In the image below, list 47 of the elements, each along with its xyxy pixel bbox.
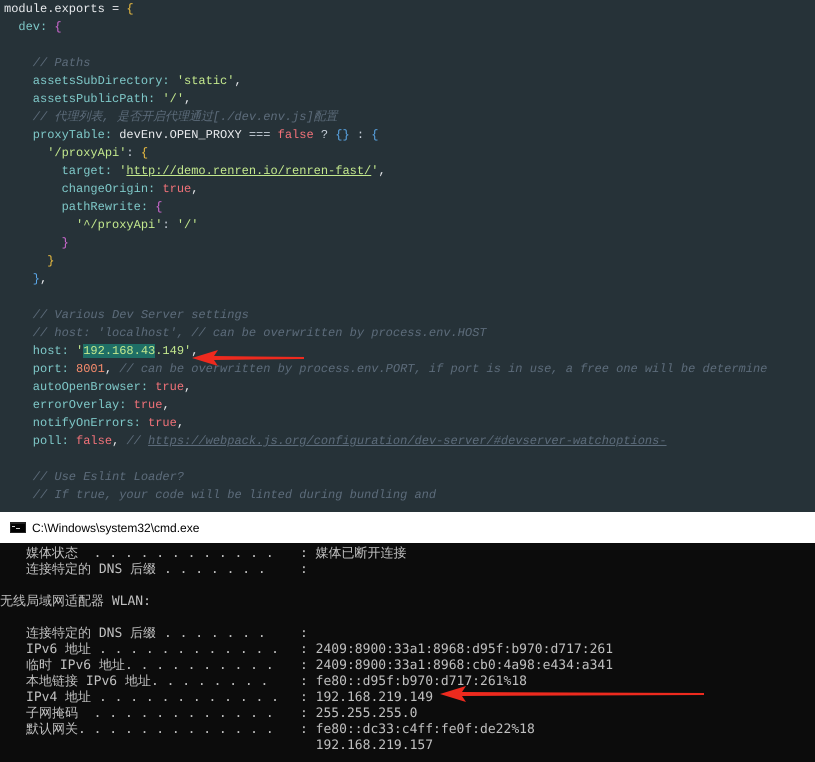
property-value: : fe80::d95f:b970:d717:261%18 [300,674,527,690]
property-label: IPv6 地址 . . . . . . . . . . . . [26,642,279,657]
code-line: assetsPublicPath: '/', [32,91,192,108]
code-line: poll: false, // https://webpack.js.org/configuration/dev-server/#devserver-watchoptions- [32,433,667,450]
property-value: : fe80::dc33:c4ff:fe0f:de22%18 [300,722,535,738]
property-value: : 2409:8900:33a1:8968:cb0:4a98:e434:a341 [300,658,614,674]
property-value: : 2409:8900:33a1:8968:d95f:b970:d717:261 [300,642,614,658]
code-line: changeOrigin: true, [60,181,198,198]
code-line: // Use Eslint Loader? [32,469,184,486]
code-line: module.exports = { [4,1,134,18]
arrow-icon [440,686,704,702]
code-line: proxyTable: devEnv.OPEN_PROXY === false ? {} : { [32,127,378,144]
code-line: }, [32,271,48,288]
code-line: // 代理列表, 是否开启代理通过[./dev.env.js]配置 [32,109,338,126]
code-line: '/proxyApi': { [46,145,148,162]
code-line: assetsSubDirectory: 'static', [32,73,242,90]
property-label: 连接特定的 DNS 后缀 . . . . . . . [26,562,266,577]
property-value: : [300,626,308,642]
console-icon [10,522,26,533]
code-line: // host: 'localhost', // can be overwritten by process.env.HOST [32,325,486,342]
code-line: pathRewrite: { [60,199,162,216]
code-line: autoOpenBrowser: true, [32,379,192,396]
code-line: port: 8001, // can be overwritten by process.env.PORT, if port is in use, a free one will be determine [32,361,768,378]
property-value: : 192.168.219.149 [300,690,434,706]
property-label: IPv4 地址 . . . . . . . . . . . . [26,690,279,705]
property-value: : 255.255.255.0 [300,706,418,722]
property-value: : 媒体已断开连接 [300,546,407,562]
property-label: 媒体状态 . . . . . . . . . . . . [26,546,274,561]
property-label: 子网掩码 . . . . . . . . . . . . [26,706,274,721]
code-line: notifyOnErrors: true, [32,415,184,432]
property-label: 本地链接 IPv6 地址. . . . . . . . [26,674,268,689]
code-line: } [46,253,54,270]
adapter-heading: 无线局域网适配器 WLAN: [0,594,151,610]
code-line: } [60,235,69,252]
code-line: '^/proxyApi': '/' [75,217,198,234]
code-line: // Paths [32,55,90,72]
property-value: 192.168.219.157 [314,738,434,754]
property-value: : [300,562,308,578]
property-label: 默认网关. . . . . . . . . . . . . [26,722,274,737]
property-label: 连接特定的 DNS 后缀 . . . . . . . [26,626,266,641]
code-line: errorOverlay: true, [32,397,170,414]
code-line: dev: { [17,19,62,36]
window-title: C:\Windows\system32\cmd.exe [32,520,200,536]
property-label: 临时 IPv6 地址. . . . . . . . . . [26,658,274,673]
code-line: // Various Dev Server settings [32,307,249,324]
code-line: target: 'http://demo.renren.io/renren-fast/', [60,163,386,180]
code-line: // If true, your code will be linted during bundling and [32,487,436,504]
